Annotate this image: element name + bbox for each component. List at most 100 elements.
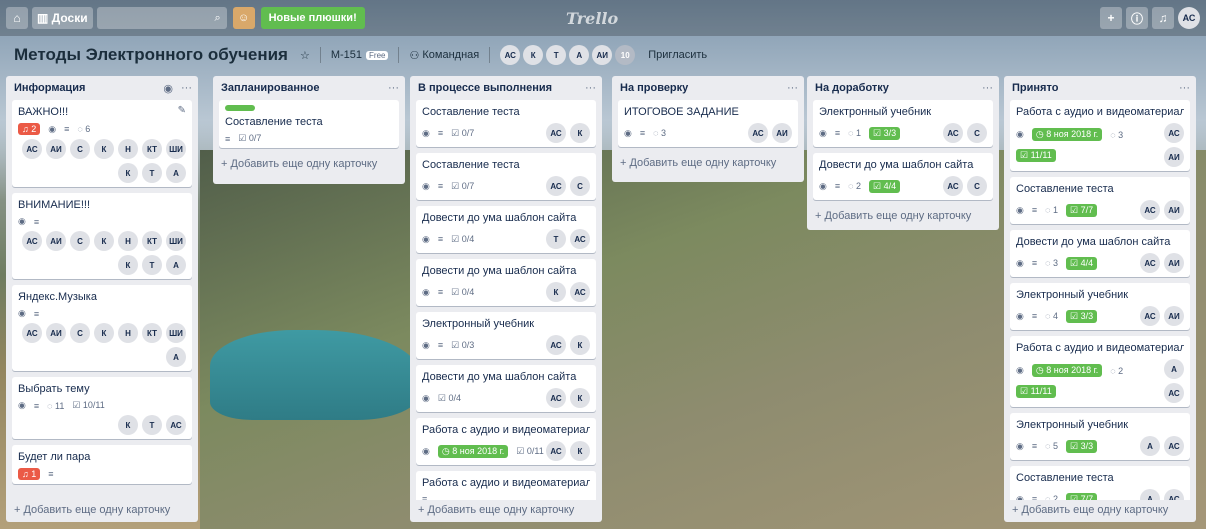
more-icon[interactable]: ··· — [181, 82, 192, 95]
more-members[interactable]: 10 — [615, 45, 636, 65]
member-avatar[interactable]: К — [570, 441, 590, 461]
card[interactable]: Электронный учебник ◉ ≡ ☑ 0/3 АС К — [416, 312, 596, 359]
due-date-badge[interactable]: ◷ 8 ноя 2018 г. — [1031, 364, 1103, 377]
member-avatar[interactable]: АИ — [1164, 147, 1184, 167]
member-avatar[interactable]: ШИ — [166, 231, 186, 251]
member-avatar[interactable]: АС — [546, 123, 566, 143]
card[interactable]: Работа с аудио и видеоматериалом ◉ ◷ 8 ноя… — [1010, 336, 1190, 407]
member-avatar[interactable]: КТ — [142, 139, 162, 159]
member-avatar[interactable]: С — [70, 323, 90, 343]
member-avatar[interactable]: К — [118, 163, 138, 183]
home-button[interactable]: ⌂ — [6, 7, 28, 29]
member-avatar[interactable]: КТ — [142, 323, 162, 343]
member-avatar[interactable]: АС — [1140, 200, 1160, 220]
member-avatar[interactable]: А — [166, 163, 186, 183]
card[interactable]: Составление теста ◉ ≡ ◌ 1 ☑ 7/7 АС АИ — [1010, 177, 1190, 224]
list-header[interactable]: Принято ··· — [1010, 76, 1190, 100]
card[interactable]: ✎ ВАЖНО!!! ♫ 2 ◉ ≡ ◌ 6 АС АИ С К Н КТ ШИ К Т А — [12, 100, 192, 187]
member-avatar[interactable]: С — [570, 176, 590, 196]
member-avatar[interactable]: С — [70, 231, 90, 251]
card[interactable]: ВНИМАНИЕ!!! ◉ ≡ АС АИ С К Н КТ ШИ К Т А — [12, 193, 192, 279]
member-avatar[interactable]: АС — [22, 139, 42, 159]
list-header[interactable]: Запланированное ··· — [219, 76, 399, 100]
more-icon[interactable]: ··· — [982, 82, 993, 94]
list-title[interactable]: Информация — [14, 82, 85, 94]
member-avatar[interactable]: К — [118, 255, 138, 275]
member-avatar[interactable]: ШИ — [166, 323, 186, 343]
member-avatar[interactable]: Т — [142, 415, 162, 435]
list-title[interactable]: В процессе выполнения — [418, 82, 552, 94]
add-card-button[interactable]: + Добавить еще одну карточку — [219, 154, 399, 174]
member-avatar[interactable]: АС — [1164, 383, 1184, 403]
member-avatar[interactable]: К — [570, 335, 590, 355]
member-avatar[interactable]: А — [1140, 436, 1160, 456]
member-avatar[interactable]: АС — [1164, 436, 1184, 456]
member-avatar[interactable]: А — [166, 255, 186, 275]
notifications-button[interactable]: ♫ — [1152, 7, 1174, 29]
more-icon[interactable]: ··· — [585, 82, 596, 94]
member-avatar[interactable]: С — [967, 176, 987, 196]
list-header[interactable]: На доработку ··· — [813, 76, 993, 100]
new-stuff-button[interactable]: Новые плюшки! — [260, 7, 365, 29]
member-avatar[interactable]: АИ — [592, 45, 613, 65]
member-avatar[interactable]: АС — [500, 45, 521, 65]
member-avatar[interactable]: АС — [546, 176, 566, 196]
card[interactable]: Довести до ума шаблон сайта ◉ ≡ ◌ 3 ☑ 4/4 АС А… — [1010, 230, 1190, 277]
member-avatar[interactable]: Т — [142, 163, 162, 183]
team-button[interactable]: М-151 Free — [331, 49, 389, 61]
member-avatar[interactable]: Н — [118, 231, 138, 251]
member-avatar[interactable]: АС — [546, 441, 566, 461]
list-header[interactable]: Информация ◉ ··· — [12, 76, 192, 100]
add-card-button[interactable]: + Добавить еще одну карточку — [12, 500, 192, 520]
list-header[interactable]: На проверку ··· — [618, 76, 798, 100]
boards-button[interactable]: ▥ Доски — [32, 7, 93, 29]
add-card-button[interactable]: + Добавить еще одну карточку — [618, 153, 798, 173]
member-avatar[interactable]: АС — [1140, 306, 1160, 326]
member-avatar[interactable]: К — [94, 231, 114, 251]
member-avatar[interactable]: АС — [570, 229, 590, 249]
member-avatar[interactable]: А — [166, 347, 186, 367]
member-avatar[interactable]: Н — [118, 139, 138, 159]
list-title[interactable]: На проверку — [620, 82, 688, 94]
card[interactable]: Выбрать тему ◉ ≡ ◌ 11 ☑ 10/11 К Т АС — [12, 377, 192, 439]
member-avatar[interactable]: АИ — [1164, 253, 1184, 273]
member-avatar[interactable]: ШИ — [166, 139, 186, 159]
member-avatar[interactable]: АИ — [46, 323, 66, 343]
member-avatar[interactable]: К — [94, 323, 114, 343]
member-avatar[interactable]: АС — [546, 335, 566, 355]
due-date-badge[interactable]: ◷ 8 ноя 2018 г. — [437, 444, 509, 458]
member-avatar[interactable]: АИ — [46, 231, 66, 251]
card[interactable]: Довести до ума шаблон сайта ◉ ≡ ◌ 2 ☑ 4/4 АС С — [813, 153, 993, 200]
add-card-button[interactable]: + Добавить еще одну карточку — [1010, 500, 1190, 520]
list-title[interactable]: Принято — [1012, 82, 1058, 94]
card[interactable]: Электронный учебник ◉ ≡ ◌ 5 ☑ 3/3 А АС — [1010, 413, 1190, 460]
card[interactable]: Работа с аудио и видеоматериалом ◉ ◷ 8 ноя… — [416, 418, 596, 465]
member-avatar[interactable]: КТ — [142, 231, 162, 251]
card[interactable]: Довести до ума шаблон сайта ◉ ☑ 0/4 АС К — [416, 365, 596, 412]
pencil-icon[interactable]: ✎ — [178, 105, 186, 116]
info-button[interactable]: ⓘ — [1125, 7, 1148, 29]
member-avatar[interactable]: К — [523, 45, 544, 65]
member-avatar[interactable]: АИ — [1164, 306, 1184, 326]
member-avatar[interactable]: А — [569, 45, 590, 65]
member-avatar[interactable]: АИ — [772, 123, 792, 143]
more-icon[interactable]: ··· — [388, 82, 399, 94]
invite-button[interactable]: Пригласить — [648, 49, 707, 61]
member-avatar[interactable]: АС — [22, 323, 42, 343]
member-avatar[interactable]: К — [570, 388, 590, 408]
member-avatar[interactable]: АС — [943, 176, 963, 196]
card[interactable]: Яндекс.Музыка ◉ ≡ АС АИ С К Н КТ ШИ А — [12, 285, 192, 371]
card[interactable]: Довести до ума шаблон сайта ◉ ≡ ☑ 0/4 К АС — [416, 259, 596, 306]
list-title[interactable]: На доработку — [815, 82, 889, 94]
list-header[interactable]: В процессе выполнения ··· — [416, 76, 596, 100]
member-avatar[interactable]: К — [546, 282, 566, 302]
member-avatar[interactable]: Т — [142, 255, 162, 275]
member-avatar[interactable]: Т — [546, 229, 566, 249]
member-avatar[interactable]: АС — [1164, 123, 1184, 143]
member-avatar[interactable]: АС — [748, 123, 768, 143]
member-avatar[interactable]: АИ — [46, 139, 66, 159]
member-avatar[interactable]: Н — [118, 323, 138, 343]
member-avatar[interactable]: К — [118, 415, 138, 435]
member-avatar[interactable]: АС — [943, 123, 963, 143]
board-title[interactable]: Методы Электронного обучения — [14, 45, 288, 65]
